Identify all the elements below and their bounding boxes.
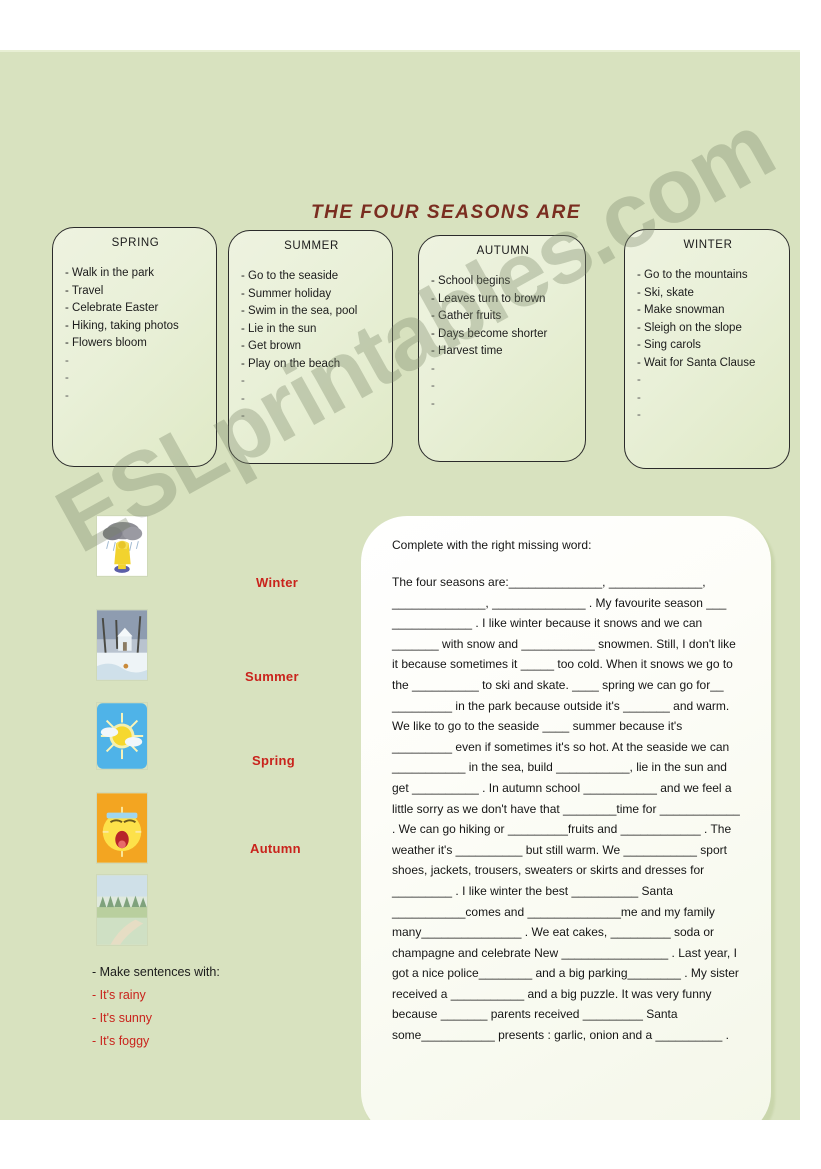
season-card-spring: SPRING - Walk in the park - Travel - Cel… [52,227,217,467]
sentence-item-foggy: - It's foggy [92,1034,150,1048]
list-item: - [431,362,435,375]
list-item: - [637,409,641,421]
list-item: - Go to the seaside [241,270,339,282]
worksheet-sheet: THE FOUR SEASONS ARE SPRING - Walk in th… [0,50,800,1120]
list-item: - [241,375,245,387]
list-item: - [431,397,435,410]
season-word-spring: Spring [252,753,295,768]
list-item: - Get brown [241,340,302,352]
season-word-summer: Summer [245,669,299,684]
season-word-autumn: Autumn [250,841,301,856]
sunny-sky-icon [97,703,147,769]
sentence-item-sunny: - It's sunny [92,1011,153,1025]
sentence-item-rainy: - It's rainy [92,988,146,1002]
make-sentences-section: - Make sentences with: - It's rainy - It… [92,961,322,1053]
snowy-village-image [96,609,148,681]
hot-sun-icon [97,793,147,863]
season-card-title-winter: WINTER [683,239,733,251]
rainy-weather-icon [97,516,147,576]
list-item: - Travel [65,284,104,297]
list-item: - [637,391,641,404]
rainy-weather-image [96,515,148,577]
list-item: - [241,392,245,405]
list-item: - Walk in the park [65,267,155,279]
list-item: - Celebrate Easter [65,302,159,314]
spring-meadow-image [96,874,148,946]
list-item: - Sleigh on the slope [637,321,742,334]
season-card-title-summer: SUMMER [284,240,339,252]
list-item: - Lie in the sun [241,322,317,335]
sunny-sky-image [96,702,148,770]
list-item: - [637,374,641,386]
spring-meadow-icon [97,875,147,945]
season-card-list-autumn: - School begins - Leaves turn to brown -… [431,273,575,413]
make-sentences-heading: - Make sentences with: [92,965,220,979]
list-item: - Days become shorter [431,327,548,340]
list-item: - Flowers bloom [65,337,147,349]
list-item: - Sing carols [637,339,701,351]
season-cards: SPRING - Walk in the park - Travel - Cel… [0,52,800,472]
exercise-instruction: Complete with the right missing word: [392,538,592,552]
list-item: - Wait for Santa Clause [637,356,756,369]
list-item: - [241,410,245,422]
exercise-cloze-text: The four seasons are:______________, ___… [392,575,740,1043]
list-item: - Swim in the sea, pool [241,305,358,317]
season-card-autumn: AUTUMN - School begins - Leaves turn to … [418,235,586,462]
season-word-winter: Winter [256,575,299,590]
worksheet-page: THE FOUR SEASONS ARE SPRING - Walk in th… [0,0,821,1169]
season-card-title-spring: SPRING [111,237,160,249]
list-item: - [65,354,69,367]
snowy-village-icon [97,610,147,680]
list-item: - Make snowman [637,304,725,316]
season-card-list-winter: - Go to the mountains - Ski, skate - Mak… [637,267,779,425]
exercise-box: Complete with the right missing word: Th… [361,516,771,1120]
season-card-list-spring: - Walk in the park - Travel - Celebrate … [65,265,206,405]
list-item: - Harvest time [431,345,503,357]
season-card-title-autumn: AUTUMN [476,245,530,257]
list-item: - Hiking, taking photos [65,319,179,332]
list-item: - Play on the beach [241,357,341,370]
season-card-summer: SUMMER - Go to the seaside - Summer holi… [228,230,393,464]
list-item: - [431,380,435,392]
list-item: - [65,389,69,402]
hot-sun-image [96,792,148,864]
list-item: - Summer holiday [241,287,332,300]
list-item: - Gather fruits [431,310,502,322]
season-card-list-summer: - Go to the seaside - Summer holiday - S… [241,268,382,426]
list-item: - Ski, skate [637,286,694,299]
list-item: - Go to the mountains [637,269,748,281]
list-item: - [65,372,69,384]
list-item: - School begins [431,275,511,287]
list-item: - Leaves turn to brown [431,292,546,305]
season-card-winter: WINTER - Go to the mountains - Ski, skat… [624,229,790,469]
